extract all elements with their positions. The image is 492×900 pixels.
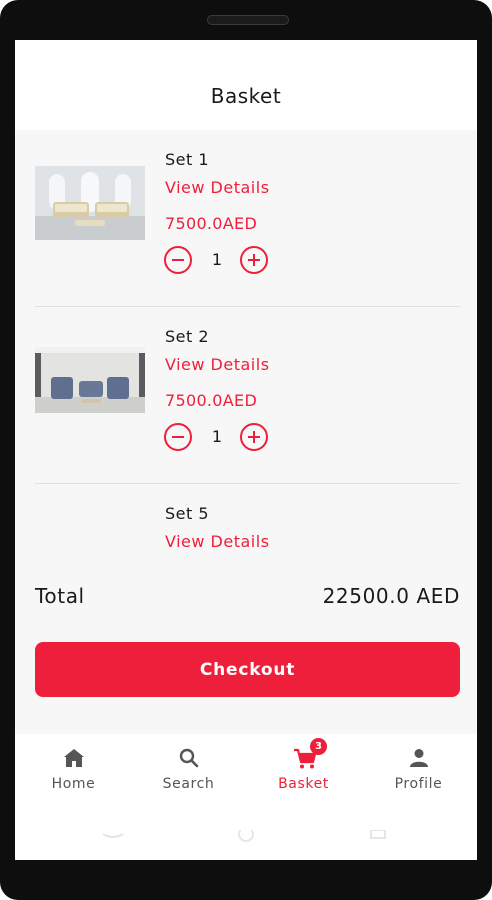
increase-quantity-button[interactable]: [240, 246, 268, 274]
nav-item-search[interactable]: Search: [131, 748, 246, 808]
product-image[interactable]: [35, 347, 145, 413]
item-name: Set 2: [165, 327, 210, 346]
cart-count-badge: 3: [310, 738, 327, 755]
quantity-value: 1: [211, 427, 223, 446]
item-divider: [35, 483, 460, 484]
back-icon: [102, 833, 124, 838]
quantity-value: 1: [211, 250, 223, 269]
nav-item-profile[interactable]: Profile: [361, 748, 476, 808]
nav-item-home[interactable]: Home: [16, 748, 131, 808]
product-image[interactable]: [35, 166, 145, 240]
basket-item: Set 2 View Details 7500.0AED 1: [35, 327, 460, 503]
decrease-quantity-button[interactable]: [164, 246, 192, 274]
item-name: Set 5: [165, 504, 210, 523]
app-screen: Basket Set 1 View Details 7500.0AED 1 Se…: [15, 40, 477, 860]
item-price: 7500.0AED: [165, 391, 258, 410]
nav-label-home: Home: [51, 776, 96, 792]
speaker-grille: [207, 15, 289, 25]
phone-frame: Basket Set 1 View Details 7500.0AED 1 Se…: [0, 0, 492, 900]
total-row: Total 22500.0 AED: [35, 584, 460, 614]
system-navigation-bar: [15, 826, 477, 850]
recents-icon: [370, 829, 386, 839]
view-details-link[interactable]: View Details: [165, 355, 270, 374]
nav-label-basket: Basket: [278, 776, 329, 792]
increase-quantity-button[interactable]: [240, 423, 268, 451]
page-title: Basket: [210, 84, 282, 108]
quantity-stepper: 1: [164, 246, 274, 278]
bottom-navigation: Home Search 3 Basket Profile: [15, 734, 477, 860]
quantity-stepper: 1: [164, 423, 274, 455]
item-divider: [35, 306, 460, 307]
total-label: Total: [35, 584, 85, 608]
nav-item-basket[interactable]: 3 Basket: [246, 738, 361, 808]
total-value: 22500.0 AED: [322, 584, 460, 608]
person-icon: [410, 749, 428, 767]
basket-item: Set 1 View Details 7500.0AED 1: [35, 150, 460, 326]
item-price: 7500.0AED: [165, 214, 258, 233]
search-icon: [179, 748, 199, 768]
item-name: Set 1: [165, 150, 210, 169]
basket-list[interactable]: Set 1 View Details 7500.0AED 1 Set 2 Vie…: [15, 130, 477, 600]
nav-label-profile: Profile: [394, 776, 443, 792]
decrease-quantity-button[interactable]: [164, 423, 192, 451]
view-details-link[interactable]: View Details: [165, 532, 270, 551]
nav-label-search: Search: [162, 776, 215, 792]
view-details-link[interactable]: View Details: [165, 178, 270, 197]
app-bar: Basket: [15, 40, 477, 130]
checkout-button[interactable]: Checkout: [35, 642, 460, 697]
home-circle-icon: [238, 826, 254, 842]
home-icon: [64, 749, 84, 767]
